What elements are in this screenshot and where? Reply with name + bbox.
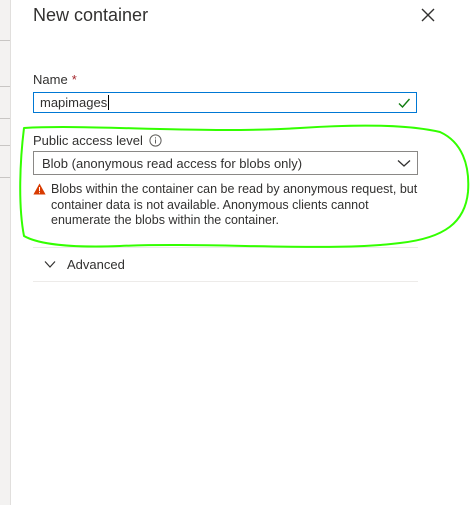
container-name-value: mapimages (40, 95, 110, 110)
divider (33, 281, 418, 282)
advanced-section-toggle[interactable]: Advanced (33, 247, 418, 281)
public-access-label: Public access level (33, 133, 143, 148)
public-access-selected: Blob (anonymous read access for blobs on… (42, 156, 303, 171)
check-icon (398, 98, 411, 109)
info-icon[interactable] (149, 134, 162, 147)
name-label: Name * (33, 72, 77, 87)
warning-message: Blobs within the container can be read b… (51, 182, 418, 227)
container-name-input[interactable]: mapimages (33, 92, 417, 113)
warning-icon (33, 183, 46, 195)
required-marker: * (71, 72, 77, 87)
close-icon[interactable] (419, 6, 437, 24)
public-access-dropdown[interactable]: Blob (anonymous read access for blobs on… (33, 151, 418, 175)
background-blade-edge (0, 0, 10, 505)
chevron-down-icon (397, 160, 411, 167)
name-label-text: Name (33, 72, 68, 87)
panel-border (10, 0, 11, 505)
panel-title: New container (33, 5, 149, 25)
advanced-label: Advanced (67, 257, 125, 272)
chevron-down-icon (44, 261, 56, 268)
